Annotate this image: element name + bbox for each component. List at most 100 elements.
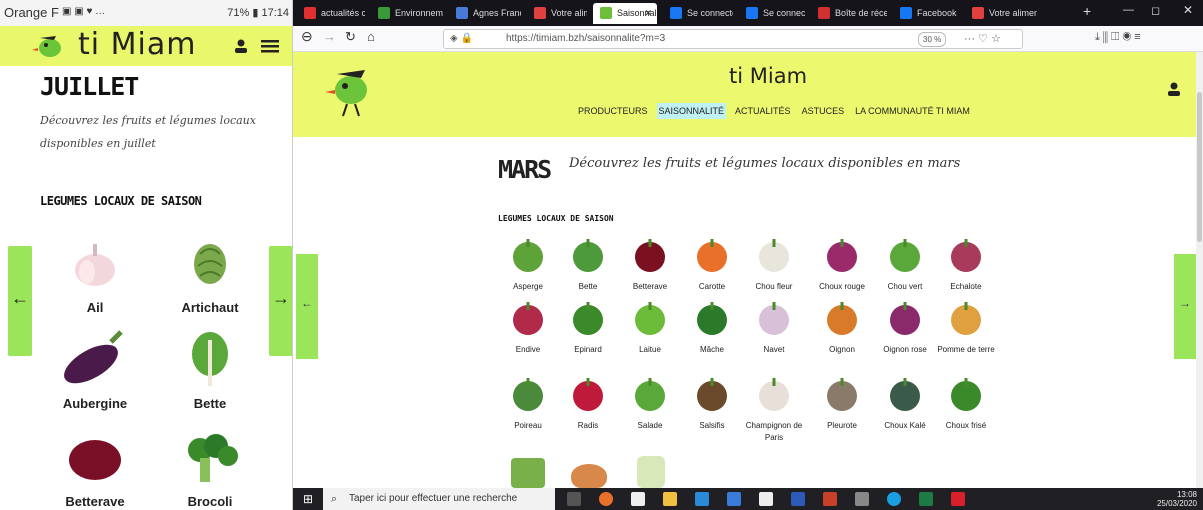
veg-card[interactable]: Radis	[555, 374, 621, 432]
veg-card[interactable]: Chou vert	[872, 235, 938, 293]
month-subtitle: Découvrez les fruits et légumes locaux d…	[40, 114, 256, 150]
browser-tab[interactable]: Environneme	[371, 3, 443, 24]
vegetable-icon	[946, 235, 986, 275]
skype-icon[interactable]	[887, 492, 901, 506]
vegetable-icon	[946, 374, 986, 414]
site-logo-text[interactable]: ti Miam	[729, 64, 807, 88]
site-logo-text[interactable]: ti Miam	[78, 27, 196, 62]
veg-card-ail[interactable]: Ail	[40, 234, 150, 315]
veg-card[interactable]: Oignon	[809, 298, 875, 356]
user-icon[interactable]	[1167, 82, 1181, 96]
home-icon[interactable]: ⌂	[367, 29, 375, 44]
bird-logo-icon[interactable]	[30, 30, 70, 62]
browser-tab[interactable]: Saisonnalit ✕	[593, 3, 657, 24]
store-icon[interactable]	[727, 492, 741, 506]
veg-card-betterave[interactable]: Betterave	[40, 428, 150, 509]
page-actions-icon[interactable]: ··· ♡ ☆	[964, 30, 1001, 48]
veg-card-brocoli[interactable]: Brocoli	[155, 428, 265, 509]
veg-card-artichaut[interactable]: Artichaut	[155, 234, 265, 315]
search-icon: ⌕	[331, 493, 338, 505]
veg-card[interactable]: Echalote	[933, 235, 999, 293]
system-tray[interactable]: 13:08 25/03/2020	[1157, 490, 1197, 508]
veg-card[interactable]: Pleurote	[809, 374, 875, 432]
veg-card[interactable]: Mâche	[679, 298, 745, 356]
veg-card[interactable]: Epinard	[555, 298, 621, 356]
veg-card-bette[interactable]: Bette	[155, 330, 265, 411]
veg-card[interactable]: Navet	[741, 298, 807, 356]
browser-tab[interactable]: Se connecter	[739, 3, 805, 24]
nav-saisonnalite[interactable]: SAISONNALITÉ	[656, 103, 727, 119]
veg-card[interactable]: Carotte	[679, 235, 745, 293]
nav-producteurs[interactable]: PRODUCTEURS	[576, 103, 650, 119]
maximize-icon[interactable]: ◻	[1151, 4, 1160, 17]
veg-card[interactable]: Oignon rose	[872, 298, 938, 356]
nav-toolbar: ⊖ → ↻ ⌂ ◈ 🔒 https://timiam.bzh/saisonnal…	[293, 26, 1203, 52]
veg-card[interactable]: Champignon de Paris	[741, 374, 807, 444]
search-placeholder: Taper ici pour effectuer une recherche	[349, 493, 518, 504]
edge-icon[interactable]	[695, 492, 709, 506]
browser-tab[interactable]: Boîte de récep	[811, 3, 887, 24]
veg-label: Pleurote	[827, 421, 857, 430]
app-icon[interactable]	[855, 492, 869, 506]
veg-label: Oignon	[829, 345, 855, 354]
veg-card[interactable]: Betterave	[617, 235, 683, 293]
browser-tab[interactable]: actualités co	[297, 3, 365, 24]
veg-card[interactable]: Endive	[495, 298, 561, 356]
back-icon[interactable]: ⊖	[301, 28, 313, 45]
veg-card[interactable]: Choux frisé	[933, 374, 999, 432]
toolbar-icons[interactable]: ⤓ ⫼ ◫ ◉ ≡	[1095, 31, 1141, 44]
next-arrow-button[interactable]: →	[1174, 254, 1196, 359]
tab-label: Agnes Franco	[473, 8, 521, 18]
windows-start-icon[interactable]: ⊞	[303, 492, 313, 506]
user-icon[interactable]	[233, 38, 249, 54]
veg-card[interactable]: Laitue	[617, 298, 683, 356]
new-tab-icon[interactable]: +	[1083, 3, 1091, 19]
excel-icon[interactable]	[919, 492, 933, 506]
veg-card[interactable]: Poireau	[495, 374, 561, 432]
task-view-icon[interactable]	[567, 492, 581, 506]
veg-card[interactable]: Chou fleur	[741, 235, 807, 293]
month-title: MARS	[498, 155, 552, 184]
veg-card[interactable]: Choux rouge	[809, 235, 875, 293]
document-icon[interactable]	[759, 492, 773, 506]
veg-card-aubergine[interactable]: Aubergine	[40, 330, 150, 411]
notification-icons: ▣ ▣ ♥ …	[62, 6, 106, 17]
acrobat-icon[interactable]	[951, 492, 965, 506]
explorer-icon[interactable]	[663, 492, 677, 506]
browser-tab[interactable]: Agnes Franco	[449, 3, 521, 24]
menu-icon[interactable]	[261, 38, 279, 54]
veg-card[interactable]: Asperge	[495, 235, 561, 293]
forward-icon[interactable]: →	[323, 29, 336, 44]
veg-card[interactable]: Salsifis	[679, 374, 745, 432]
url-bar[interactable]: ◈ 🔒 https://timiam.bzh/saisonnalite?m=3 …	[443, 29, 1023, 49]
tab-bar: actualités co Environneme Agnes Franco Votr…	[293, 0, 1203, 26]
phone-status-bar: Orange F ▣ ▣ ♥ … 71% ▮ 17:14	[0, 0, 292, 26]
nav-astuces[interactable]: ASTUCES	[800, 103, 847, 119]
scrollbar-thumb[interactable]	[1197, 92, 1202, 242]
minimize-icon[interactable]: —	[1123, 4, 1134, 16]
browser-tab[interactable]: Se connecter	[663, 3, 733, 24]
nav-actualites[interactable]: ACTUALITÉS	[733, 103, 793, 119]
veg-card[interactable]: Salade	[617, 374, 683, 432]
reload-icon[interactable]: ↻	[345, 29, 356, 45]
veg-card[interactable]: Pomme de terre	[933, 298, 999, 356]
veg-card[interactable]: Bette	[555, 235, 621, 293]
next-arrow-button[interactable]: →	[269, 246, 292, 356]
browser-tab[interactable]: Votre aliment	[965, 3, 1037, 24]
powerpoint-icon[interactable]	[823, 492, 837, 506]
veg-card[interactable]: Choux Kalé	[872, 374, 938, 432]
browser-tab[interactable]: Facebook	[893, 3, 959, 24]
prev-arrow-button[interactable]: ←	[296, 254, 318, 359]
firefox-icon[interactable]	[599, 492, 613, 506]
nav-communaute[interactable]: LA COMMUNAUTÉ TI MIAM	[853, 103, 972, 119]
word-icon[interactable]	[791, 492, 805, 506]
close-tab-icon[interactable]: ✕	[644, 3, 652, 23]
bird-logo-icon[interactable]	[323, 60, 379, 120]
prev-arrow-button[interactable]: ←	[8, 246, 32, 356]
browser-tab[interactable]: Votre aliment	[527, 3, 587, 24]
scrollbar[interactable]	[1196, 52, 1203, 488]
close-window-icon[interactable]: ✕	[1183, 3, 1193, 17]
taskbar-search[interactable]: ⌕ Taper ici pour effectuer une recherche	[323, 488, 555, 510]
zoom-badge[interactable]: 30 %	[918, 32, 947, 47]
file-icon[interactable]	[631, 492, 645, 506]
